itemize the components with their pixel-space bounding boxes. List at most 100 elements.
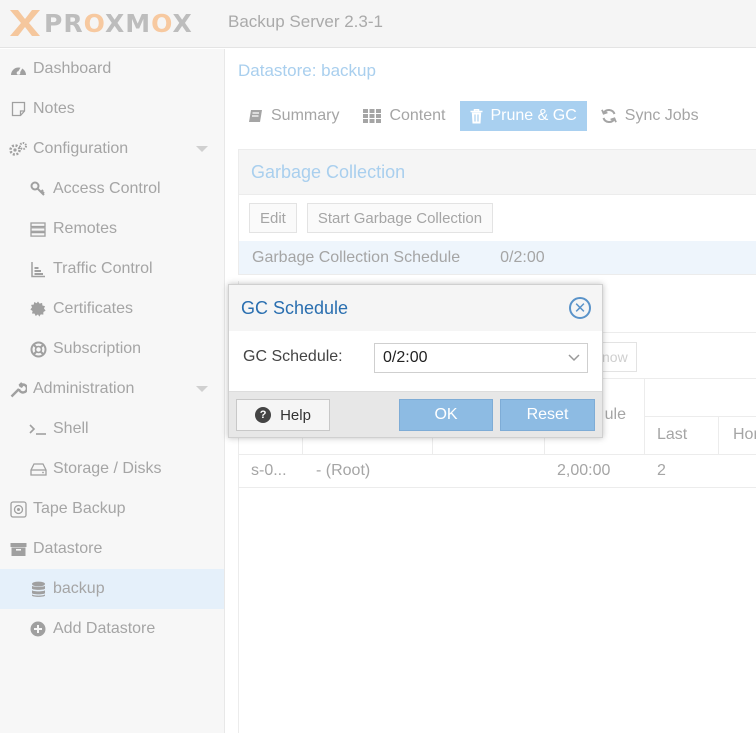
gc-schedule-input[interactable]: 0/2:00 <box>375 349 561 367</box>
sidebar-item-datastore[interactable]: Datastore <box>0 529 224 569</box>
sidebar-item-traffic-control[interactable]: Traffic Control <box>0 249 224 289</box>
sidebar-item-dashboard[interactable]: Dashboard <box>0 49 224 89</box>
dashboard-icon <box>8 62 28 76</box>
edit-button[interactable]: Edit <box>249 203 297 233</box>
tab-label: Summary <box>271 107 340 124</box>
database-icon <box>28 581 48 598</box>
archive-icon <box>8 542 28 557</box>
sidebar-item-label: Configuration <box>33 140 129 157</box>
page-title: Datastore: backup <box>238 61 376 80</box>
sidebar-item-label: Certificates <box>53 300 134 317</box>
column-label: Last <box>657 426 688 443</box>
gears-icon <box>8 141 28 157</box>
tab-label: Prune & GC <box>490 107 577 124</box>
expand-caret-icon[interactable] <box>196 146 208 152</box>
plus-circle-icon <box>28 621 48 637</box>
book-icon <box>248 109 263 123</box>
key-icon <box>28 181 48 197</box>
sidebar-item-label: Administration <box>33 380 135 397</box>
column-group-last: Last Hor <box>645 416 756 455</box>
sidebar-item-add-datastore[interactable]: Add Datastore <box>0 609 224 649</box>
wrench-icon <box>8 381 28 398</box>
sidebar-item-label: Datastore <box>33 540 103 557</box>
sidebar-item-notes[interactable]: Notes <box>0 89 224 129</box>
sidebar-item-administration[interactable]: Administration <box>0 369 224 409</box>
tab-sync-jobs[interactable]: Sync Jobs <box>591 101 709 131</box>
gc-schedule-dialog: GC Schedule ✕ GC Schedule: 0/2:00 ? Help… <box>228 284 603 438</box>
sidebar-item-label: Notes <box>33 100 75 117</box>
tape-icon <box>8 500 28 518</box>
gc-schedule-row[interactable]: Garbage Collection Schedule 0/2:00 <box>239 241 756 274</box>
notes-icon <box>8 101 28 117</box>
sidebar-item-label: Tape Backup <box>33 500 126 517</box>
gc-schedule-label: GC Schedule: <box>243 348 343 365</box>
sidebar-item-access-control[interactable]: Access Control <box>0 169 224 209</box>
gc-panel-title: Garbage Collection <box>239 150 756 195</box>
tab-prune-gc[interactable]: Prune & GC <box>459 101 587 131</box>
column-header-last[interactable]: Last <box>645 417 719 455</box>
gc-schedule-combobox[interactable]: 0/2:00 <box>374 343 588 373</box>
cell-last: 2 <box>657 462 666 479</box>
start-gc-button[interactable]: Start Garbage Collection <box>306 203 494 233</box>
product-version: Backup Server 2.3-1 <box>228 12 383 31</box>
server-icon <box>28 221 48 237</box>
cell-namespace: - (Root) <box>316 462 371 479</box>
logo-text: PROXMOX <box>44 8 193 38</box>
sidebar-item-label: Add Datastore <box>53 620 156 637</box>
sidebar-item-label: Remotes <box>53 220 118 237</box>
sidebar-item-configuration[interactable]: Configuration <box>0 129 224 169</box>
sidebar-item-label: Storage / Disks <box>53 460 162 477</box>
gc-toolbar: Edit Start Garbage Collection <box>239 195 756 241</box>
reset-button[interactable]: Reset <box>500 399 595 431</box>
question-icon: ? <box>255 407 272 423</box>
trash-icon <box>470 108 483 124</box>
tab-summary[interactable]: Summary <box>238 101 349 131</box>
sidebar-item-label: Shell <box>53 420 89 437</box>
proxmox-x-icon <box>10 10 40 36</box>
column-label: Hor <box>733 426 756 443</box>
ok-button[interactable]: OK <box>399 399 493 431</box>
dialog-header: GC Schedule ✕ <box>229 285 602 331</box>
table-row[interactable]: s-0... - (Root) 2,00:00 2 <box>239 455 756 488</box>
sidebar-item-tape-backup[interactable]: Tape Backup <box>0 489 224 529</box>
sidebar-item-storage-disks[interactable]: Storage / Disks <box>0 449 224 489</box>
chevron-down-icon[interactable] <box>561 344 587 372</box>
gc-schedule-key: Garbage Collection Schedule <box>252 248 461 266</box>
tab-bar: Summary Content Prune & GC Sync Jobs <box>238 101 713 131</box>
app-header: PROXMOX Backup Server 2.3-1 <box>0 0 756 48</box>
proxmox-logo[interactable]: PROXMOX <box>8 8 193 38</box>
dialog-footer: ? Help OK Reset <box>229 391 602 437</box>
sidebar-item-label: Traffic Control <box>53 260 153 277</box>
traffic-icon <box>28 261 48 278</box>
cell-schedule: 2,00:00 <box>557 462 611 479</box>
hdd-icon <box>28 462 48 476</box>
close-icon[interactable]: ✕ <box>569 297 591 319</box>
dialog-body: GC Schedule: 0/2:00 <box>229 331 602 391</box>
grid-icon <box>363 109 382 123</box>
sidebar-item-label: Subscription <box>53 340 142 357</box>
gc-panel: Garbage Collection Edit Start Garbage Co… <box>238 149 756 275</box>
sidebar-item-shell[interactable]: Shell <box>0 409 224 449</box>
sidebar-item-remotes[interactable]: Remotes <box>0 209 224 249</box>
dialog-title: GC Schedule <box>241 297 349 318</box>
gc-schedule-value: 0/2:00 <box>500 248 545 266</box>
expand-caret-icon[interactable] <box>196 386 208 392</box>
refresh-icon <box>600 108 617 124</box>
terminal-icon <box>28 422 48 436</box>
certificate-icon <box>28 301 48 317</box>
help-button-label: Help <box>280 406 311 424</box>
help-button[interactable]: ? Help <box>236 399 330 431</box>
tab-label: Content <box>389 107 446 124</box>
cell-id: s-0... <box>251 462 287 479</box>
sidebar-item-label: Access Control <box>53 180 161 197</box>
sidebar-item-subscription[interactable]: Subscription <box>0 329 224 369</box>
tab-content[interactable]: Content <box>353 101 455 131</box>
sidebar-item-certificates[interactable]: Certificates <box>0 289 224 329</box>
column-label: ule <box>604 406 626 423</box>
lifebuoy-icon <box>28 341 48 358</box>
sidebar-item-label: Dashboard <box>33 60 112 77</box>
tab-label: Sync Jobs <box>624 107 699 124</box>
sidebar: Dashboard Notes Configuration Access Con… <box>0 49 225 733</box>
sidebar-item-backup[interactable]: backup <box>0 569 224 609</box>
sidebar-item-label: backup <box>53 580 105 597</box>
